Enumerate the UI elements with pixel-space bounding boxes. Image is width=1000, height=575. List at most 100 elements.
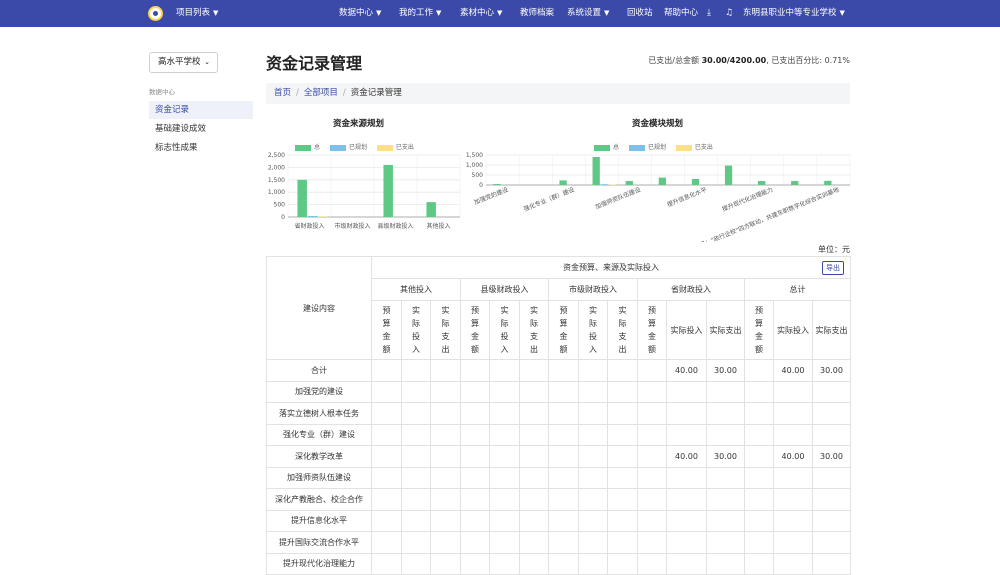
value-cell	[812, 466, 851, 489]
bar-总	[691, 179, 700, 185]
table-row: 加强师资队伍建设	[266, 466, 851, 489]
export-button[interactable]: 导出	[822, 261, 844, 275]
x-tick-label: 提升现代化治理能力	[721, 185, 774, 213]
value-cell	[578, 380, 608, 403]
x-tick-label: 县级财政投入	[377, 222, 413, 230]
row-label: 加强师资队伍建设	[266, 466, 372, 489]
group-city: 市级财政投入	[548, 278, 638, 301]
value-cell	[460, 423, 490, 446]
value-cell	[578, 445, 608, 468]
value-cell	[744, 380, 774, 403]
breadcrumb-home[interactable]: 首页	[274, 88, 291, 98]
sub-header-cell: 预算金额	[460, 300, 490, 360]
nav-label: 回收站	[627, 8, 653, 18]
value-cell	[773, 509, 813, 532]
school-menu[interactable]: 东明县职业中等专业学校 ▼	[743, 0, 845, 27]
school-name: 东明县职业中等专业学校	[743, 8, 837, 18]
value-cell	[637, 380, 667, 403]
chevron-down-icon: ▼	[376, 9, 382, 17]
sub-header-label: 预算金额	[648, 306, 656, 354]
value-cell	[607, 359, 638, 382]
value-cell	[578, 402, 608, 425]
value-cell	[371, 359, 402, 382]
sub-header-cell: 实际投入	[401, 300, 431, 360]
value-cell	[744, 402, 774, 425]
row-header-cell: 建设内容	[266, 256, 372, 360]
school-select[interactable]: 高水平学校 ⌄	[149, 52, 218, 73]
value-cell	[401, 423, 431, 446]
value-cell	[371, 380, 402, 403]
value-cell	[744, 445, 774, 468]
value-cell	[401, 445, 431, 468]
sidebar-item-achievements[interactable]: 标志性成果	[149, 139, 253, 157]
value-cell	[666, 509, 707, 532]
x-tick-label: 其他投入	[426, 222, 450, 230]
bar-总	[493, 184, 501, 185]
value-cell	[607, 402, 638, 425]
value-cell	[401, 466, 431, 489]
value-cell: 40.00	[666, 445, 707, 468]
nav-help-center[interactable]: 帮助中心	[664, 0, 698, 27]
chevron-down-icon: ⌄	[204, 58, 210, 66]
table-row: 提升信息化水平	[266, 509, 851, 532]
school-select-value: 高水平学校	[158, 57, 201, 67]
value-cell	[812, 380, 851, 403]
sub-header-cell: 实际支出	[607, 300, 638, 360]
value-cell	[637, 531, 667, 554]
value-cell	[430, 423, 461, 446]
value-cell	[706, 380, 745, 403]
nav-my-work[interactable]: 我的工作 ▼	[399, 0, 441, 27]
x-tick-label: 提升信息化水平	[666, 185, 708, 208]
module-chart-svg: 05001,0001,500加强党的建设 强化专业（群）建设 加强师资队伍建设 提升信…	[466, 152, 851, 242]
group-header-label: 资金预算、来源及实际投入	[563, 263, 659, 272]
nav-material-center[interactable]: 素材中心 ▼	[460, 0, 502, 27]
sub-header-label: 预算金额	[471, 306, 479, 354]
project-list-menu[interactable]: 项目列表 ▼	[176, 0, 218, 27]
row-label: 落实立德树人根本任务	[266, 402, 372, 425]
value-cell	[637, 488, 667, 511]
value-cell	[430, 402, 461, 425]
value-cell	[548, 402, 579, 425]
value-cell	[744, 466, 774, 489]
nav-teacher-archive[interactable]: 教师档案	[520, 0, 554, 27]
bar-总	[724, 165, 733, 185]
sidebar-item-fund-records[interactable]: 资金记录	[149, 101, 253, 119]
value-cell	[489, 488, 520, 511]
breadcrumb: 首页 / 全部项目 / 资金记录管理	[266, 83, 850, 104]
chevron-down-icon: ▼	[604, 9, 610, 17]
table-row: 落实立德树人根本任务	[266, 402, 851, 425]
page-title: 资金记录管理	[266, 54, 363, 73]
value-cell	[812, 423, 851, 446]
sub-header-cell: 预算金额	[744, 300, 774, 360]
value-cell	[773, 423, 813, 446]
value-cell	[489, 423, 520, 446]
value-cell	[460, 531, 490, 554]
source-chart: 资金来源规划 总 已规划 已支出 0 500 1,000 1,500 2,000 2,50…	[262, 112, 462, 242]
nav-system-settings[interactable]: 系统设置 ▼	[567, 0, 609, 27]
value-cell	[548, 509, 579, 532]
table-row: 深化产教融合、校企合作	[266, 488, 851, 511]
breadcrumb-all-projects[interactable]: 全部项目	[304, 88, 338, 98]
value-cell	[706, 531, 745, 554]
value-cell	[401, 488, 431, 511]
sub-header-cell: 预算金额	[637, 300, 667, 360]
bell-icon[interactable]: ♫	[725, 0, 733, 27]
table-row: 加强党的建设	[266, 380, 851, 403]
value-cell	[430, 466, 461, 489]
value-cell	[460, 380, 490, 403]
value-cell	[371, 445, 402, 468]
value-cell	[519, 466, 549, 489]
value-cell	[578, 359, 608, 382]
bar-总	[758, 181, 766, 185]
nav-data-center[interactable]: 数据中心 ▼	[339, 0, 381, 27]
sub-header-label: 预算金额	[382, 306, 391, 354]
sidebar-item-infrastructure[interactable]: 基础建设成效	[149, 120, 253, 138]
download-icon[interactable]: ⤓	[707, 0, 711, 27]
nav-label: 教师档案	[520, 8, 555, 18]
bar-总	[592, 157, 600, 185]
value-cell	[578, 466, 608, 489]
bar-总	[658, 177, 667, 185]
row-label: 提升信息化水平	[266, 509, 372, 532]
bar-总	[426, 202, 436, 217]
nav-recycle-bin[interactable]: 回收站	[627, 0, 653, 27]
